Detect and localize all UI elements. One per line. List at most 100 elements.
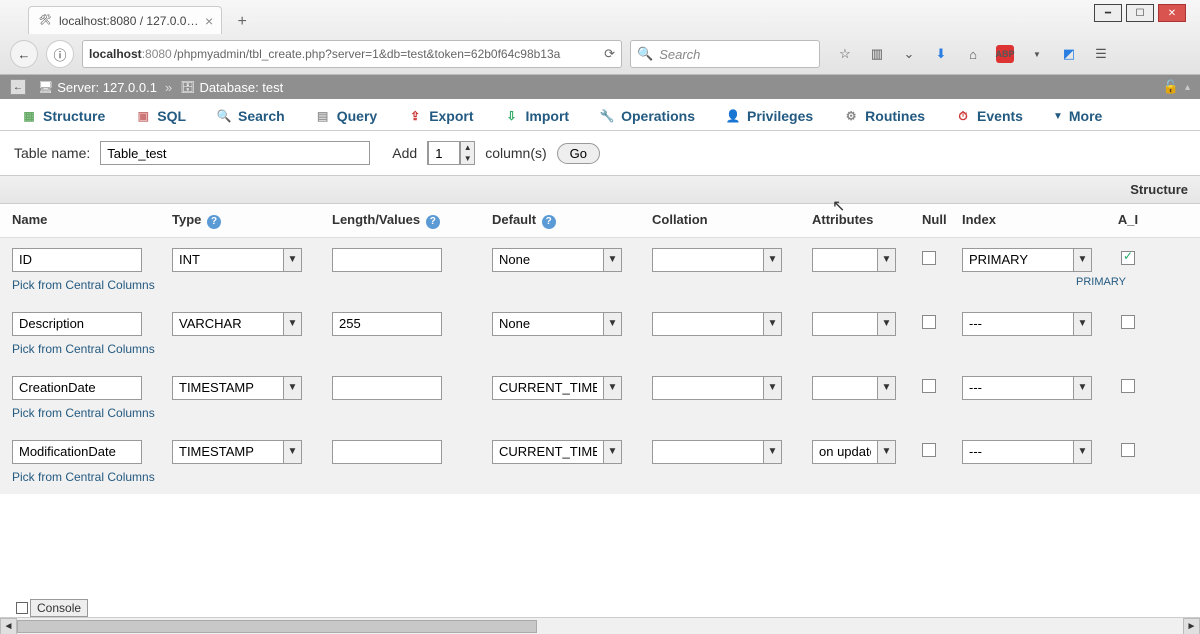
dropdown-icon[interactable]: ▼ xyxy=(603,313,621,335)
col-index-select[interactable]: ▼ xyxy=(962,248,1092,272)
col-name-input[interactable] xyxy=(12,248,142,272)
dropdown-icon[interactable]: ▼ xyxy=(763,441,781,463)
tab-import[interactable]: ⇩Import xyxy=(489,101,585,130)
dropdown-icon[interactable]: ▼ xyxy=(877,249,895,271)
add-count-stepper[interactable]: ▲▼ xyxy=(427,141,475,165)
col-collation-select[interactable]: ▼ xyxy=(652,312,782,336)
scroll-right-icon[interactable]: ► xyxy=(1183,618,1200,634)
help-icon[interactable]: ? xyxy=(426,215,440,229)
sidebar-toggle[interactable]: ← xyxy=(10,79,26,95)
spin-up-icon[interactable]: ▲ xyxy=(460,142,474,153)
col-collation-select[interactable]: ▼ xyxy=(652,248,782,272)
home-icon[interactable]: ⌂ xyxy=(964,45,982,63)
col-ai-checkbox[interactable] xyxy=(1121,315,1135,329)
dropdown-icon[interactable]: ▼ xyxy=(283,249,301,271)
new-tab-button[interactable]: + xyxy=(230,10,254,34)
dropdown-icon[interactable]: ▼ xyxy=(603,441,621,463)
dropdown-icon[interactable]: ▼ xyxy=(603,377,621,399)
col-ai-checkbox[interactable] xyxy=(1121,251,1135,265)
add-count-input[interactable] xyxy=(428,141,460,165)
col-index-select[interactable]: ▼ xyxy=(962,440,1092,464)
pick-central-columns-link[interactable]: Pick from Central Columns xyxy=(0,468,163,494)
tab-operations[interactable]: 🔧Operations xyxy=(584,101,710,130)
col-default-select[interactable]: ▼ xyxy=(492,376,622,400)
col-null-checkbox[interactable] xyxy=(922,443,936,457)
collapse-caret-icon[interactable]: ▴ xyxy=(1185,82,1190,93)
col-type-select[interactable]: ▼ xyxy=(172,248,302,272)
bookmark-icon[interactable]: ☆ xyxy=(836,45,854,63)
dropdown-icon[interactable]: ▼ xyxy=(1073,441,1091,463)
search-box[interactable]: 🔍 Search xyxy=(630,40,820,68)
col-length-input[interactable] xyxy=(332,440,442,464)
scroll-thumb[interactable] xyxy=(17,620,537,633)
extension-icon[interactable]: ◩ xyxy=(1060,45,1078,63)
pick-central-columns-link[interactable]: Pick from Central Columns xyxy=(0,276,163,302)
abp-icon[interactable]: ABP xyxy=(996,45,1014,63)
dropdown-icon[interactable]: ▼ xyxy=(1073,249,1091,271)
browser-tab[interactable]: 🛠 localhost:8080 / 127.0.0.1 / ... × xyxy=(28,6,222,34)
tab-query[interactable]: ▤Query xyxy=(300,101,392,130)
dropdown-icon[interactable]: ▼ xyxy=(603,249,621,271)
col-collation-select[interactable]: ▼ xyxy=(652,440,782,464)
dropdown-icon[interactable]: ▼ xyxy=(763,313,781,335)
server-crumb[interactable]: 🖥Server: 127.0.0.1 xyxy=(38,80,157,95)
caret-down-icon[interactable]: ▼ xyxy=(1028,45,1046,63)
scroll-track[interactable] xyxy=(17,619,1183,634)
col-null-checkbox[interactable] xyxy=(922,315,936,329)
console-bar[interactable]: Console xyxy=(16,599,88,617)
menu-icon[interactable]: ☰ xyxy=(1092,45,1110,63)
col-length-input[interactable] xyxy=(332,248,442,272)
tab-more[interactable]: ▼More xyxy=(1038,101,1117,130)
back-button[interactable]: ← xyxy=(10,40,38,68)
console-checkbox[interactable] xyxy=(16,602,28,614)
maximize-button[interactable]: ☐ xyxy=(1126,4,1154,22)
tab-export[interactable]: ⇪Export xyxy=(392,101,488,130)
identity-button[interactable]: ⓘ xyxy=(46,40,74,68)
dropdown-icon[interactable]: ▼ xyxy=(283,377,301,399)
tab-structure[interactable]: ▦Structure xyxy=(6,101,120,130)
col-attr-select[interactable]: ▼ xyxy=(812,376,896,400)
col-type-select[interactable]: ▼ xyxy=(172,312,302,336)
download-icon[interactable]: ⬇ xyxy=(932,45,950,63)
col-index-select[interactable]: ▼ xyxy=(962,312,1092,336)
dropdown-icon[interactable]: ▼ xyxy=(877,441,895,463)
spin-down-icon[interactable]: ▼ xyxy=(460,153,474,164)
reload-icon[interactable]: ⟳ xyxy=(604,46,615,62)
dropdown-icon[interactable]: ▼ xyxy=(283,313,301,335)
tablename-input[interactable] xyxy=(100,141,370,165)
col-ai-checkbox[interactable] xyxy=(1121,443,1135,457)
col-index-select[interactable]: ▼ xyxy=(962,376,1092,400)
col-attr-select[interactable]: ▼ xyxy=(812,248,896,272)
tab-search[interactable]: 🔍Search xyxy=(201,101,300,130)
go-button[interactable]: Go xyxy=(557,143,600,164)
database-crumb[interactable]: 🗄Database: test xyxy=(180,80,283,95)
tab-privileges[interactable]: 👤Privileges xyxy=(710,101,828,130)
help-icon[interactable]: ? xyxy=(207,215,221,229)
tab-events[interactable]: ⏱Events xyxy=(940,101,1038,130)
col-default-select[interactable]: ▼ xyxy=(492,440,622,464)
horizontal-scrollbar[interactable]: ◄ ► xyxy=(0,617,1200,634)
lock-icon[interactable]: 🔓 xyxy=(1163,79,1179,95)
col-name-input[interactable] xyxy=(12,440,142,464)
col-type-select[interactable]: ▼ xyxy=(172,440,302,464)
col-ai-checkbox[interactable] xyxy=(1121,379,1135,393)
col-type-select[interactable]: ▼ xyxy=(172,376,302,400)
col-null-checkbox[interactable] xyxy=(922,379,936,393)
pick-central-columns-link[interactable]: Pick from Central Columns xyxy=(0,404,163,430)
help-icon[interactable]: ? xyxy=(542,215,556,229)
url-box[interactable]: localhost:8080/phpmyadmin/tbl_create.php… xyxy=(82,40,622,68)
tab-sql[interactable]: ▣SQL xyxy=(120,101,201,130)
dropdown-icon[interactable]: ▼ xyxy=(1073,377,1091,399)
col-name-input[interactable] xyxy=(12,312,142,336)
tab-routines[interactable]: ⚙Routines xyxy=(828,101,940,130)
minimize-button[interactable]: ━ xyxy=(1094,4,1122,22)
col-attr-select[interactable]: ▼ xyxy=(812,440,896,464)
col-null-checkbox[interactable] xyxy=(922,251,936,265)
col-length-input[interactable] xyxy=(332,376,442,400)
col-attr-select[interactable]: ▼ xyxy=(812,312,896,336)
dropdown-icon[interactable]: ▼ xyxy=(1073,313,1091,335)
pick-central-columns-link[interactable]: Pick from Central Columns xyxy=(0,340,163,366)
col-default-select[interactable]: ▼ xyxy=(492,248,622,272)
dropdown-icon[interactable]: ▼ xyxy=(763,249,781,271)
dropdown-icon[interactable]: ▼ xyxy=(877,313,895,335)
